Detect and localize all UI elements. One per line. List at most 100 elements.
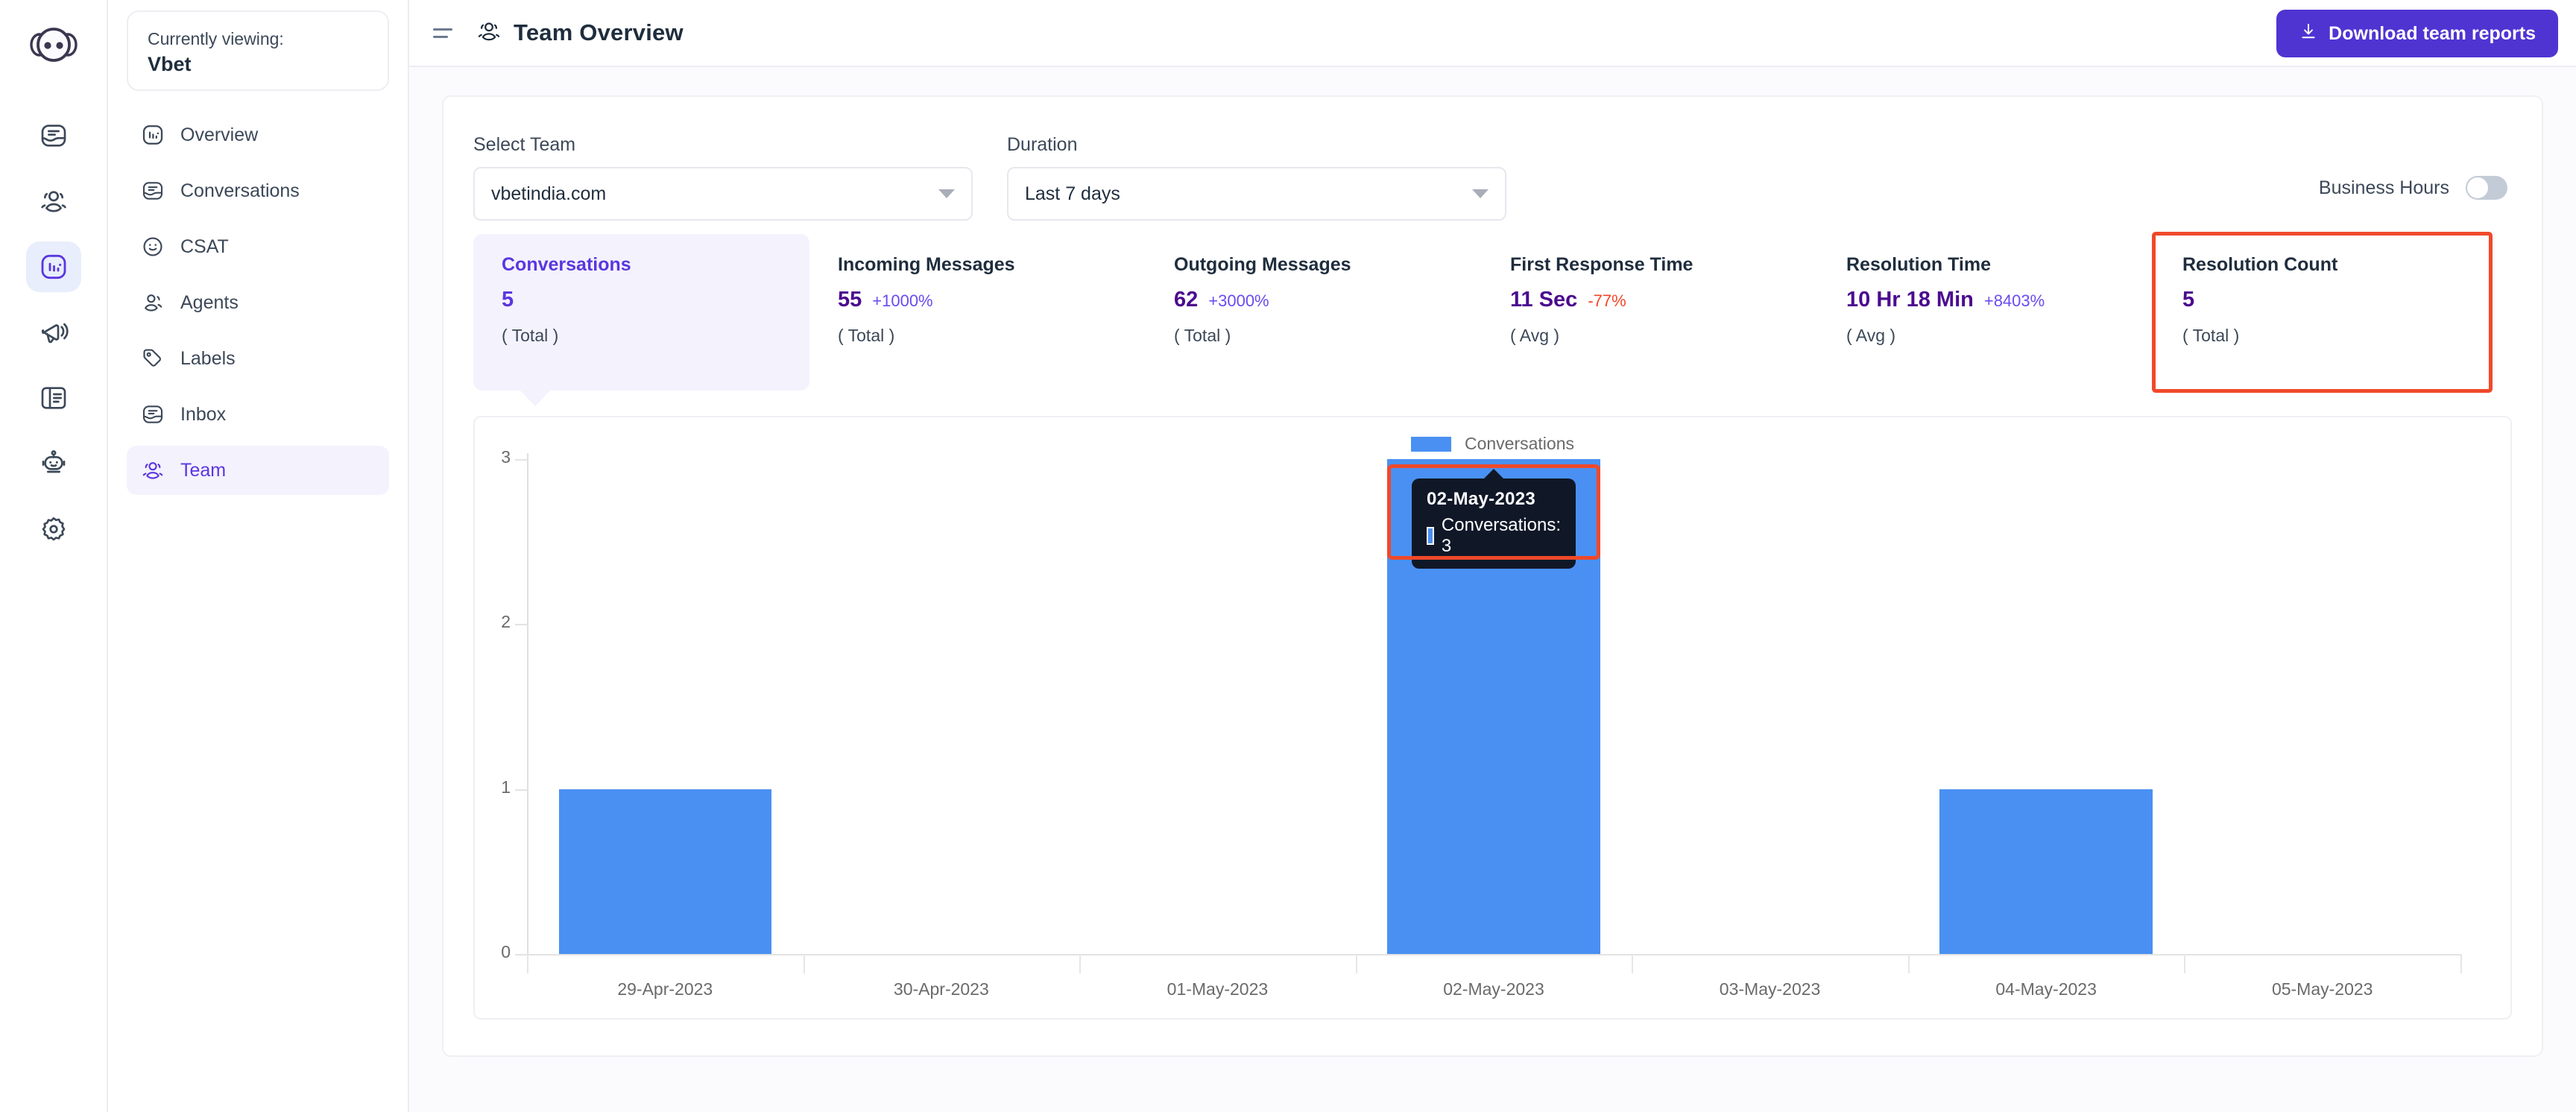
bar-04-May-2023[interactable] — [1939, 789, 2153, 954]
metric-value: 5 — [502, 287, 514, 312]
hamburger-icon[interactable] — [433, 19, 461, 47]
chevron-down-icon — [1472, 189, 1489, 198]
duration-field: Duration Last 7 days — [1007, 134, 1506, 221]
sidebar-item-label: Agents — [180, 291, 239, 313]
metric-card-outgoing-messages[interactable]: Outgoing Messages 62 +3000% ( Total ) — [1146, 234, 1482, 391]
metric-value-row: 55 +1000% — [838, 288, 1120, 312]
y-tick-label: 1 — [501, 777, 511, 797]
metric-card-resolution-count[interactable]: Resolution Count 5 ( Total ) — [2152, 232, 2493, 393]
rail-item-portal[interactable] — [26, 373, 81, 423]
metric-card-conversations[interactable]: Conversations 5 ( Total ) — [473, 234, 809, 406]
reports-bar-chart-icon — [39, 252, 69, 282]
filters-row: Select Team vbetindia.com Duration Last … — [473, 124, 2512, 221]
metric-value: 55 — [838, 287, 862, 312]
metric-delta: +8403% — [1983, 291, 2045, 310]
x-tick-label: 30-Apr-2023 — [893, 979, 989, 999]
sidebar-item-csat[interactable]: CSAT — [127, 222, 389, 271]
y-tick-line — [515, 954, 2460, 955]
metric-name: Incoming Messages — [838, 254, 1015, 275]
metric-card-first-response-time[interactable]: First Response Time 11 Sec -77% ( Avg ) — [1482, 234, 1818, 391]
currently-viewing-card[interactable]: Currently viewing: Vbet — [127, 10, 389, 91]
metric-card-incoming-messages[interactable]: Incoming Messages 55 +1000% ( Total ) — [809, 234, 1146, 391]
metric-delta: +1000% — [872, 291, 933, 310]
sidebar-nav: Overview Conversations CSAT Agents Label… — [127, 110, 389, 495]
rail-item-campaigns[interactable] — [26, 307, 81, 358]
metric-delta: +3000% — [1208, 291, 1269, 310]
select-team-dropdown[interactable]: vbetindia.com — [473, 167, 973, 221]
rail-item-bot[interactable] — [26, 438, 81, 489]
inbox-icon — [140, 178, 165, 203]
metric-value: 11 Sec — [1510, 287, 1578, 312]
metric-value: 5 — [2182, 287, 2195, 312]
rail-item-inbox[interactable] — [26, 110, 81, 161]
metric-value: 10 Hr 18 Min — [1846, 287, 1974, 312]
app-root: Currently viewing: Vbet Overview Convers… — [0, 0, 2576, 1112]
rail-item-settings[interactable] — [26, 504, 81, 555]
sidebar-item-label: Overview — [180, 124, 259, 145]
y-tick-line — [515, 624, 527, 626]
x-grid-line — [2184, 954, 2186, 973]
sidebar-item-team[interactable]: Team — [127, 446, 389, 495]
report-panel: Select Team vbetindia.com Duration Last … — [442, 95, 2543, 1057]
metric-subtitle: ( Avg ) — [1846, 325, 1896, 345]
x-grid-line — [803, 954, 805, 973]
bar-29-Apr-2023[interactable] — [558, 789, 771, 954]
tag-icon — [140, 346, 165, 371]
sidebar-item-conversations[interactable]: Conversations — [127, 166, 389, 215]
metric-subtitle: ( Total ) — [838, 325, 895, 345]
sidebar-item-label: Team — [180, 459, 227, 481]
top-bar: Team Overview Download team reports — [409, 0, 2576, 67]
chatwoot-logo-icon[interactable] — [26, 16, 81, 72]
metric-subtitle: ( Avg ) — [1510, 325, 1560, 345]
metric-value-row: 5 — [502, 288, 784, 312]
sidebar-item-label: Conversations — [180, 180, 300, 201]
contacts-icon — [39, 186, 69, 216]
x-grid-line — [1907, 954, 1910, 973]
sidebar-item-inbox[interactable]: Inbox — [127, 390, 389, 439]
metric-card-resolution-time[interactable]: Resolution Time 10 Hr 18 Min +8403% ( Av… — [1818, 234, 2154, 391]
metric-name: Resolution Count — [2182, 254, 2338, 275]
metric-delta: -77% — [1588, 291, 1626, 310]
x-tick-label: 01-May-2023 — [1167, 979, 1269, 999]
currently-viewing-label: Currently viewing: — [148, 29, 284, 48]
select-team-field: Select Team vbetindia.com — [473, 134, 973, 221]
metric-name: Conversations — [502, 254, 631, 275]
y-tick-label: 3 — [501, 447, 511, 467]
x-grid-line — [2460, 954, 2462, 973]
campaigns-megaphone-icon — [39, 318, 69, 347]
content-area: Select Team vbetindia.com Duration Last … — [409, 67, 2576, 1112]
metric-subtitle: ( Total ) — [2182, 325, 2240, 345]
download-team-reports-button[interactable]: Download team reports — [2276, 10, 2558, 57]
x-tick-label: 29-Apr-2023 — [617, 979, 713, 999]
team-icon — [140, 458, 165, 483]
business-hours-label: Business Hours — [2318, 177, 2449, 198]
sidebar-item-overview[interactable]: Overview — [127, 110, 389, 159]
y-tick-label: 2 — [501, 612, 511, 632]
bot-icon — [39, 449, 69, 478]
duration-dropdown[interactable]: Last 7 days — [1007, 167, 1506, 221]
y-tick-line — [515, 789, 527, 791]
reports-sidebar: Currently viewing: Vbet Overview Convers… — [108, 0, 409, 1112]
metric-value-row: 10 Hr 18 Min +8403% — [1846, 288, 2129, 312]
x-tick-label: 02-May-2023 — [1443, 979, 1544, 999]
business-hours-toggle[interactable] — [2466, 176, 2507, 200]
sidebar-item-agents[interactable]: Agents — [127, 278, 389, 327]
y-tick-line — [515, 459, 527, 461]
metric-value: 62 — [1174, 287, 1199, 312]
x-grid-line — [1355, 954, 1357, 973]
sidebar-item-labels[interactable]: Labels — [127, 334, 389, 383]
metric-subtitle: ( Total ) — [1174, 325, 1231, 345]
metric-value-row: 11 Sec -77% — [1510, 288, 1793, 312]
sidebar-item-label: CSAT — [180, 236, 229, 257]
duration-value: Last 7 days — [1025, 183, 1120, 204]
main-area: Team Overview Download team reports Sele… — [409, 0, 2576, 1112]
chevron-down-icon — [938, 189, 955, 198]
conversations-bar-chart: Conversations 0 1 2 3 29-Apr-2023 30-Apr-2023… — [473, 416, 2512, 1020]
x-tick-label: 04-May-2023 — [1995, 979, 2097, 999]
metric-name: First Response Time — [1510, 254, 1693, 275]
currently-viewing-account: Vbet — [148, 52, 192, 75]
agent-icon — [140, 290, 165, 315]
metric-value-row: 62 +3000% — [1174, 288, 1456, 312]
rail-item-contacts[interactable] — [26, 176, 81, 227]
rail-item-reports[interactable] — [25, 241, 81, 292]
